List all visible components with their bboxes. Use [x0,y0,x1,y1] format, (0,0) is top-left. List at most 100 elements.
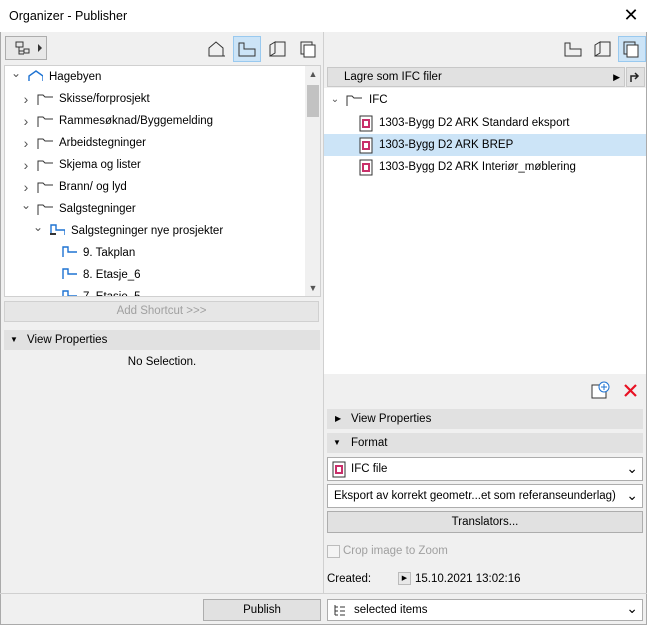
publisher-tree: ⌄ IFC 1303-Bygg D2 ARK Standard eksport 1… [324,88,646,374]
scroll-thumb[interactable] [307,85,319,117]
tree-item-label: Brann/ og lyd [59,181,127,193]
crop-label: Crop image to Zoom [343,545,448,557]
view-map-tree: ⌄ Hagebyen › Skisse/forprosjekt › Rammesøknad… [4,65,321,297]
new-item-icon [591,381,610,399]
format-label: Format [351,437,388,449]
tree-item[interactable]: ⌄ Salgstegninger [5,198,305,220]
chevron-down-icon[interactable]: ⌄ [33,216,43,238]
close-icon[interactable]: ✕ [620,4,642,26]
footer-divider [0,593,647,594]
tree-item[interactable]: ⌄ Hagebyen [5,66,305,88]
scroll-up-icon[interactable]: ▲ [305,66,320,82]
tree-item-label: 9. Takplan [83,247,136,259]
format-header[interactable]: ▼ Format [327,433,643,453]
tree-item[interactable]: 7. Etasje_5 [5,286,305,297]
delete-icon [624,384,637,397]
publisher-set-selector[interactable]: Lagre som IFC filer ▶ [327,67,625,87]
tree-item-label: 7. Etasje_5 [83,291,141,297]
chevron-down-icon: ⌄ [330,94,340,105]
layout-book-tab[interactable] [264,36,292,62]
translator-value: Eksport av korrekt geometr...et som refe… [334,490,616,502]
chevron-right-icon: ▶ [613,72,620,82]
view-map-tab[interactable] [233,36,261,62]
translator-select[interactable]: Eksport av korrekt geometr...et som refe… [327,484,643,508]
translators-button[interactable]: Translators... [327,511,643,533]
created-value: 15.10.2021 13:02:16 [415,573,521,585]
subset-icon [50,224,65,235]
folder-label: IFC [369,94,388,106]
tree-item[interactable]: ⌄ Salgstegninger nye prosjekter [5,220,305,242]
tree-item-label: Salgstegninger [59,203,136,215]
ifc-file-icon [359,115,373,132]
layout-book-icon [269,41,286,57]
right-view-properties-header[interactable]: ▶ View Properties [327,409,643,429]
publisher-sets-tab[interactable] [295,36,323,62]
view-map-icon [238,42,256,57]
chevron-right-icon[interactable]: › [21,154,31,176]
tree-item[interactable]: 8. Etasje_6 [5,264,305,286]
go-up-button[interactable] [626,67,645,87]
scroll-down-icon[interactable]: ▼ [305,280,320,296]
folder-icon [346,95,362,106]
delete-button[interactable] [620,380,642,402]
file-format-select[interactable]: IFC file ⌄ [327,457,643,481]
collapse-arrow-icon: ▼ [10,335,18,344]
publisher-sets-icon [623,41,639,58]
view-icon [62,246,77,257]
project-map-tab[interactable] [203,36,231,62]
publish-button[interactable]: Publish [203,599,321,621]
right-view-properties-label: View Properties [351,413,432,425]
publisher-item[interactable]: 1303-Bygg D2 ARK BREP [324,134,646,156]
chevron-down-icon[interactable]: ⌄ [11,66,21,84]
left-view-properties-header[interactable]: ▼ View Properties [4,330,320,350]
publisher-item[interactable]: 1303-Bygg D2 ARK Standard eksport [324,112,646,134]
ifc-file-icon [332,461,346,478]
publisher-item-label: 1303-Bygg D2 ARK Interiør_møblering [379,161,576,173]
project-icon [28,70,43,81]
tree-item[interactable]: › Arbeidstegninger [5,132,305,154]
publisher-item[interactable]: 1303-Bygg D2 ARK Interiør_møblering [324,156,646,178]
chevron-down-icon: ⌄ [626,600,638,616]
crop-checkbox[interactable] [327,545,340,558]
publisher-set-label: Lagre som IFC filer [344,71,442,83]
tree-scrollbar[interactable]: ▲ ▼ [305,66,320,296]
tree-item[interactable]: › Skisse/forprosjekt [5,88,305,110]
chevron-right-icon[interactable]: › [21,110,31,132]
tree-item[interactable]: › Skjema og lister [5,154,305,176]
expand-arrow-icon: ▶ [335,414,342,423]
up-arrow-icon [630,72,640,82]
view-map-icon [564,42,582,57]
add-shortcut-button[interactable]: Add Shortcut >>> [4,301,319,322]
tree-item-label: Arbeidstegninger [59,137,146,149]
chevron-down-icon[interactable]: ⌄ [21,194,31,216]
tree-item[interactable]: › Rammesøknad/Byggemelding [5,110,305,132]
tree-item-label: Rammesøknad/Byggemelding [59,115,214,127]
tree-item[interactable]: › Brann/ og lyd [5,176,305,198]
tree-item[interactable]: 9. Takplan [5,242,305,264]
left-view-properties-label: View Properties [27,334,108,346]
chevron-right-icon[interactable]: › [21,132,31,154]
publish-mode-select[interactable]: selected items ⌄ [327,599,643,621]
window-title: Organizer - Publisher [9,9,128,23]
tree-item-label: Salgstegninger nye prosjekter [71,225,224,237]
right-view-map-tab[interactable] [559,36,587,62]
tree-item-label: Hagebyen [49,71,102,83]
right-layout-book-tab[interactable] [589,36,617,62]
chevron-down-icon: ⌄ [626,460,638,476]
view-icon [62,290,77,296]
created-label: Created: [327,573,372,585]
created-expand-icon[interactable]: ▶ [398,572,411,585]
list-icon [334,605,345,616]
tree-folder-ifc[interactable]: ⌄ IFC [324,89,646,111]
publisher-item-label: 1303-Bygg D2 ARK BREP [379,139,514,151]
tree-item-label: Skjema og lister [59,159,141,171]
project-map-icon [208,41,225,57]
new-item-button[interactable] [590,381,612,401]
chevron-right-icon[interactable]: › [21,88,31,110]
folder-icon [37,160,53,171]
folder-icon [37,116,53,127]
tree-options-button[interactable] [5,36,47,60]
folder-icon [37,182,53,193]
publish-mode-value: selected items [354,604,428,616]
right-publisher-sets-tab[interactable] [618,36,646,62]
